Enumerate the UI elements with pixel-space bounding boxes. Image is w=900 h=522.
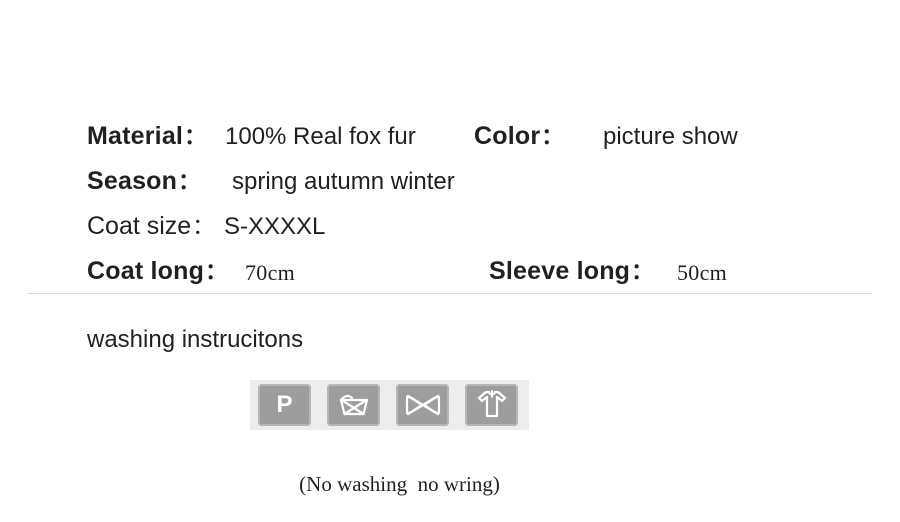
care-symbols-panel: P bbox=[250, 380, 529, 430]
colon-glyph: ： bbox=[631, 259, 654, 284]
spec-row: Coat long： 70cm Sleeve long： 50cm bbox=[0, 239, 900, 284]
spec-value-season: spring autumn winter bbox=[232, 168, 455, 195]
care-caption-text: (No washing no wring) bbox=[299, 472, 500, 496]
spec-row: Material： 100% Real fox fur Color： pictu… bbox=[0, 104, 900, 149]
colon-glyph: ： bbox=[205, 259, 228, 284]
spec-label-material: Material： bbox=[87, 122, 207, 150]
care-icon-letter-p: P bbox=[276, 391, 293, 418]
colon-glyph: ： bbox=[541, 124, 564, 149]
spec-label-sleeve-long: Sleeve long： bbox=[489, 257, 654, 285]
spec-row: Season： spring autumn winter bbox=[0, 149, 900, 194]
spec-value-coat-size: S-XXXXL bbox=[224, 213, 326, 240]
colon-glyph: ： bbox=[184, 124, 207, 149]
specifications-block: Material： 100% Real fox fur Color： pictu… bbox=[0, 104, 900, 284]
washing-instructions-title: washing instrucitons bbox=[87, 326, 304, 353]
spec-label-coat-long: Coat long： bbox=[87, 257, 228, 285]
spec-value-material: 100% Real fox fur bbox=[225, 123, 416, 150]
spec-label-season: Season： bbox=[87, 167, 201, 195]
spec-label-coat-size: Coat size： bbox=[87, 212, 215, 240]
do-not-wring-icon bbox=[396, 384, 449, 426]
do-not-wash-icon bbox=[327, 384, 380, 426]
spec-value-coat-long: 70cm bbox=[245, 260, 296, 285]
care-caption-wrapper: (No washing no wring) bbox=[0, 447, 900, 522]
spec-value-color: picture show bbox=[603, 123, 738, 150]
dry-clean-professional-icon: P bbox=[258, 384, 311, 426]
spec-value-sleeve-long: 50cm bbox=[677, 260, 728, 285]
section-divider bbox=[28, 293, 872, 294]
colon-glyph: ： bbox=[192, 214, 215, 239]
spec-label-color: Color： bbox=[474, 122, 564, 150]
product-details-page: Material： 100% Real fox fur Color： pictu… bbox=[0, 0, 900, 500]
colon-glyph: ： bbox=[178, 169, 201, 194]
spec-row: Coat size： S-XXXXL bbox=[0, 194, 900, 239]
drip-dry-shirt-icon bbox=[465, 384, 518, 426]
